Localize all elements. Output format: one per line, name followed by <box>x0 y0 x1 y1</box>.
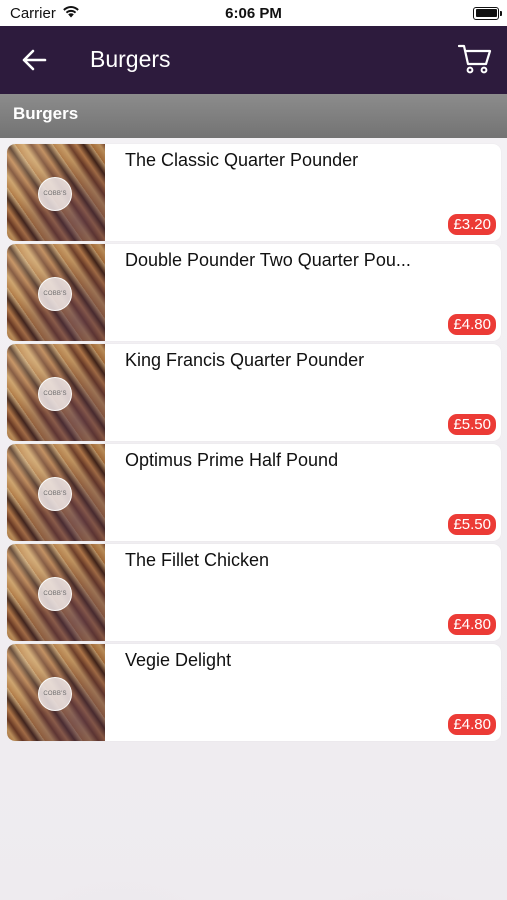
brand-logo: COBB'S <box>38 677 72 711</box>
cart-button[interactable] <box>457 43 492 75</box>
price-badge: £4.80 <box>448 314 496 335</box>
wifi-icon <box>62 5 80 22</box>
brand-logo: COBB'S <box>38 377 72 411</box>
brand-logo: COBB'S <box>38 477 72 511</box>
item-name: King Francis Quarter Pounder <box>125 350 365 370</box>
item-thumbnail: COBB'S <box>7 244 105 341</box>
list-item[interactable]: COBB'S Vegie Delight £4.80 <box>7 644 501 741</box>
list-item[interactable]: COBB'S The Fillet Chicken £4.80 <box>7 544 501 641</box>
list-item[interactable]: COBB'S Optimus Prime Half Pound £5.50 <box>7 444 501 541</box>
brand-logo: COBB'S <box>38 177 72 211</box>
brand-logo: COBB'S <box>38 577 72 611</box>
item-thumbnail: COBB'S <box>7 344 105 441</box>
brand-logo: COBB'S <box>38 277 72 311</box>
item-thumbnail: COBB'S <box>7 644 105 741</box>
arrow-left-icon <box>22 49 47 71</box>
cart-icon <box>457 44 492 74</box>
item-name: The Fillet Chicken <box>125 550 270 570</box>
status-left: Carrier <box>10 5 80 22</box>
price-badge: £5.50 <box>448 414 496 435</box>
item-thumbnail: COBB'S <box>7 544 105 641</box>
section-header: Burgers <box>0 94 507 138</box>
list-item[interactable]: COBB'S Double Pounder Two Quarter Pou...… <box>7 244 501 341</box>
page-title: Burgers <box>90 46 171 72</box>
item-name: Vegie Delight <box>125 650 232 670</box>
menu-list: COBB'S The Classic Quarter Pounder £3.20… <box>7 144 501 744</box>
price-badge: £4.80 <box>448 614 496 635</box>
back-button[interactable] <box>22 48 48 72</box>
item-thumbnail: COBB'S <box>7 144 105 241</box>
item-name: The Classic Quarter Pounder <box>125 150 359 170</box>
section-title: Burgers <box>13 104 79 123</box>
battery-icon <box>473 6 502 20</box>
price-badge: £5.50 <box>448 514 496 535</box>
list-item[interactable]: COBB'S King Francis Quarter Pounder £5.5… <box>7 344 501 441</box>
carrier-label: Carrier <box>10 4 56 22</box>
status-bar: Carrier 6:06 PM <box>0 0 507 26</box>
list-item[interactable]: COBB'S The Classic Quarter Pounder £3.20 <box>7 144 501 241</box>
item-name: Optimus Prime Half Pound <box>125 450 339 470</box>
price-badge: £4.80 <box>448 714 496 735</box>
item-thumbnail: COBB'S <box>7 444 105 541</box>
item-name: Double Pounder Two Quarter Pou... <box>125 250 411 270</box>
navigation-bar: Burgers <box>0 26 507 94</box>
price-badge: £3.20 <box>448 214 496 235</box>
